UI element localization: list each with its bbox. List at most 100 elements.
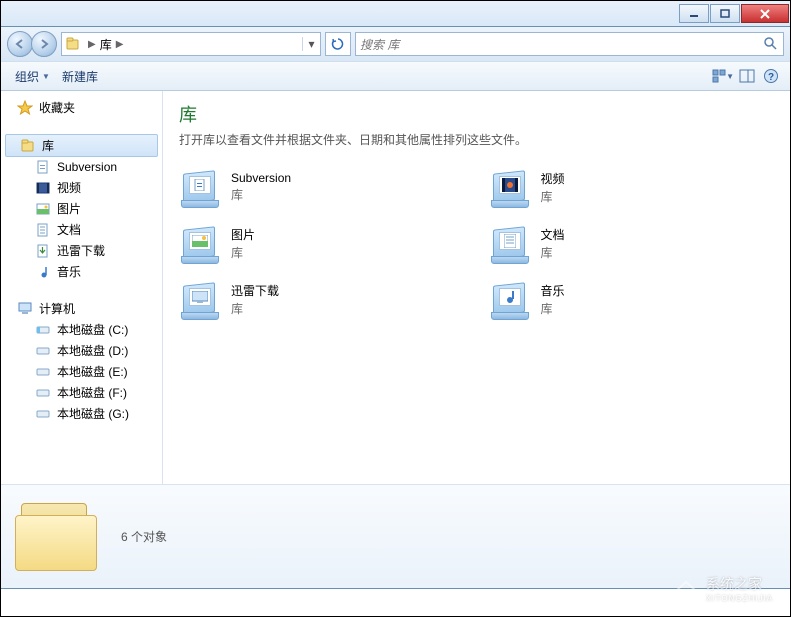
preview-pane-button[interactable] bbox=[736, 65, 758, 87]
minimize-button[interactable] bbox=[679, 4, 709, 23]
sidebar-drive-g[interactable]: 本地磁盘 (G:) bbox=[1, 403, 162, 424]
view-icon bbox=[712, 69, 726, 83]
maximize-button[interactable] bbox=[710, 4, 740, 23]
sidebar-item-subversion[interactable]: Subversion bbox=[1, 157, 162, 177]
library-item-pictures[interactable]: 图片 库 bbox=[179, 222, 465, 264]
chevron-right-icon: ▶ bbox=[88, 39, 96, 50]
help-icon: ? bbox=[763, 68, 779, 84]
chevron-down-icon: ▼ bbox=[42, 72, 50, 81]
sidebar-item-label: 音乐 bbox=[57, 263, 81, 280]
download-icon bbox=[35, 243, 51, 259]
music-icon bbox=[35, 264, 51, 280]
organize-label: 组织 bbox=[15, 68, 39, 85]
sidebar-item-label: 本地磁盘 (C:) bbox=[57, 321, 128, 338]
sidebar-favorites[interactable]: 收藏夹 bbox=[1, 97, 162, 118]
monitor-icon bbox=[192, 291, 208, 303]
libraries-label: 库 bbox=[42, 137, 54, 154]
forward-arrow-icon bbox=[38, 38, 50, 50]
library-item-videos[interactable]: 视频 库 bbox=[489, 166, 775, 208]
new-library-label: 新建库 bbox=[62, 68, 98, 85]
library-item-thunder[interactable]: 迅雷下载 库 bbox=[179, 278, 465, 320]
sidebar-drive-e[interactable]: 本地磁盘 (E:) bbox=[1, 361, 162, 382]
sidebar-item-label: 文档 bbox=[57, 221, 81, 238]
window-titlebar bbox=[0, 0, 791, 27]
address-bar[interactable]: ▶ 库 ▶ ▾ bbox=[61, 32, 321, 56]
drive-icon bbox=[35, 343, 51, 359]
music-icon bbox=[503, 290, 517, 304]
details-summary: 6 个对象 bbox=[121, 528, 167, 545]
search-placeholder: 搜索 库 bbox=[360, 36, 763, 53]
nav-history-buttons bbox=[7, 31, 57, 57]
sidebar-item-label: 本地磁盘 (F:) bbox=[57, 384, 127, 401]
star-icon bbox=[17, 100, 33, 116]
help-button[interactable]: ? bbox=[760, 65, 782, 87]
library-type: 库 bbox=[231, 300, 279, 317]
navigation-bar: ▶ 库 ▶ ▾ 搜索 库 bbox=[0, 27, 791, 61]
sidebar-item-label: Subversion bbox=[57, 160, 117, 174]
document-icon bbox=[35, 222, 51, 238]
sidebar-item-videos[interactable]: 视频 bbox=[1, 177, 162, 198]
video-icon bbox=[35, 180, 51, 196]
command-bar: 组织 ▼ 新建库 ▼ ? bbox=[0, 61, 791, 91]
sidebar-item-label: 本地磁盘 (E:) bbox=[57, 363, 128, 380]
view-options-button[interactable]: ▼ bbox=[712, 65, 734, 87]
page-title: 库 bbox=[179, 101, 774, 127]
refresh-button[interactable] bbox=[325, 32, 351, 56]
page-subtitle: 打开库以查看文件并根据文件夹、日期和其他属性排列这些文件。 bbox=[179, 131, 774, 148]
sidebar-item-music[interactable]: 音乐 bbox=[1, 261, 162, 282]
library-type: 库 bbox=[541, 188, 565, 205]
search-icon bbox=[763, 36, 779, 52]
sidebar-libraries[interactable]: 库 bbox=[5, 134, 158, 157]
address-dropdown[interactable]: ▾ bbox=[302, 37, 320, 51]
sidebar-item-label: 本地磁盘 (G:) bbox=[57, 405, 129, 422]
library-grid: Subversion 库 视频 库 图片 库 bbox=[179, 166, 774, 320]
search-box[interactable]: 搜索 库 bbox=[355, 32, 784, 56]
computer-icon bbox=[17, 301, 33, 317]
back-button[interactable] bbox=[7, 31, 33, 57]
sidebar-item-label: 图片 bbox=[57, 200, 81, 217]
picture-icon bbox=[35, 201, 51, 217]
library-name: 迅雷下载 bbox=[231, 282, 279, 299]
library-type: 库 bbox=[541, 300, 565, 317]
sidebar-drive-d[interactable]: 本地磁盘 (D:) bbox=[1, 340, 162, 361]
sidebar-drive-c[interactable]: 本地磁盘 (C:) bbox=[1, 319, 162, 340]
library-name: 文档 bbox=[541, 226, 565, 243]
forward-button[interactable] bbox=[31, 31, 57, 57]
chevron-right-icon: ▶ bbox=[116, 39, 124, 50]
library-item-documents[interactable]: 文档 库 bbox=[489, 222, 775, 264]
minimize-icon bbox=[689, 9, 699, 19]
library-item-subversion[interactable]: Subversion 库 bbox=[179, 166, 465, 208]
favorites-label: 收藏夹 bbox=[39, 99, 75, 116]
sidebar-item-documents[interactable]: 文档 bbox=[1, 219, 162, 240]
breadcrumb-segment[interactable]: ▶ 库 ▶ bbox=[84, 36, 127, 53]
back-arrow-icon bbox=[14, 38, 26, 50]
sidebar-computer[interactable]: 计算机 bbox=[1, 298, 162, 319]
document-icon bbox=[504, 234, 516, 248]
sidebar-item-pictures[interactable]: 图片 bbox=[1, 198, 162, 219]
video-icon bbox=[502, 178, 518, 192]
close-button[interactable] bbox=[741, 4, 789, 23]
close-icon bbox=[759, 9, 771, 19]
library-item-music[interactable]: 音乐 库 bbox=[489, 278, 775, 320]
drive-icon bbox=[35, 385, 51, 401]
sidebar-item-thunder[interactable]: 迅雷下载 bbox=[1, 240, 162, 261]
navigation-pane: 收藏夹 库 Subversion 视频 图片 bbox=[1, 91, 163, 484]
drive-icon bbox=[35, 322, 51, 338]
content-pane: 库 打开库以查看文件并根据文件夹、日期和其他属性排列这些文件。 Subversi… bbox=[163, 91, 790, 484]
library-type: 库 bbox=[231, 244, 255, 261]
svg-text:?: ? bbox=[768, 72, 774, 83]
file-icon bbox=[35, 159, 51, 175]
details-pane: 6 个对象 bbox=[0, 484, 791, 589]
library-type: 库 bbox=[541, 244, 565, 261]
computer-label: 计算机 bbox=[39, 300, 75, 317]
new-library-button[interactable]: 新建库 bbox=[56, 66, 104, 87]
file-icon bbox=[193, 179, 207, 191]
libraries-icon bbox=[20, 138, 36, 154]
library-name: 音乐 bbox=[541, 282, 565, 299]
sidebar-drive-f[interactable]: 本地磁盘 (F:) bbox=[1, 382, 162, 403]
library-name: 图片 bbox=[231, 226, 255, 243]
drive-icon bbox=[35, 406, 51, 422]
picture-icon bbox=[192, 235, 208, 247]
library-type: 库 bbox=[231, 186, 291, 203]
organize-menu[interactable]: 组织 ▼ bbox=[9, 66, 56, 87]
